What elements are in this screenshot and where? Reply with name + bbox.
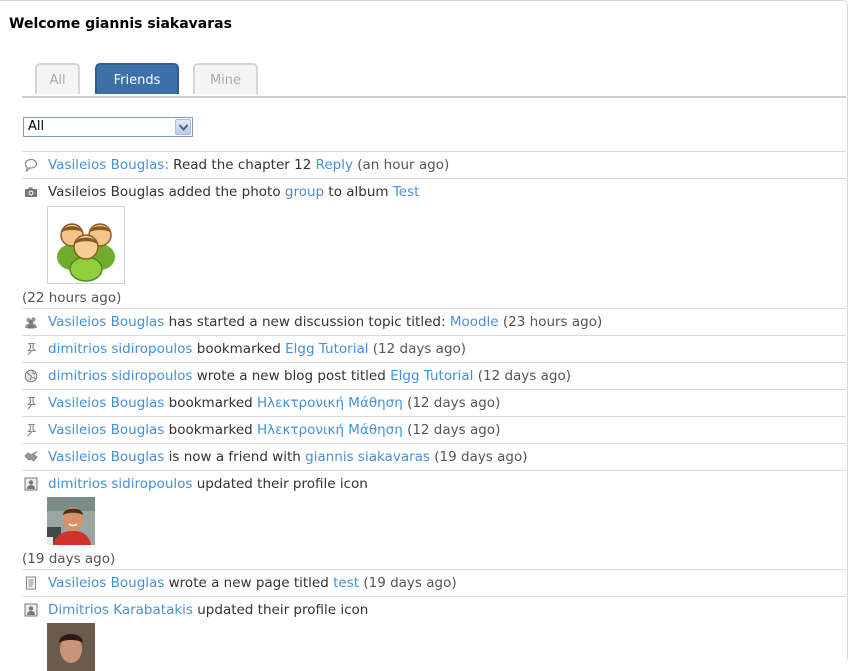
tab-all[interactable]: All <box>35 63 80 94</box>
pushpin-icon <box>27 423 37 437</box>
group-icon <box>57 223 115 282</box>
timestamp: (12 days ago) <box>473 368 571 384</box>
timestamp: (an hour ago) <box>352 157 450 173</box>
actor-link[interactable]: Dimitrios Karabatakis <box>48 602 193 618</box>
activity-text: wrote a new page titled <box>164 575 334 591</box>
activity-text: bookmarked <box>192 341 286 357</box>
activity-feed: Vasileios Bouglas: Read the chapter 12 R… <box>22 151 846 671</box>
album-link[interactable]: Test <box>393 184 420 200</box>
actor-link[interactable]: dimitrios sidiropoulos <box>48 341 192 357</box>
timestamp: (19 days ago) <box>429 449 528 465</box>
activity-text: bookmarked <box>164 422 258 438</box>
filter-selected-value: All <box>28 119 45 134</box>
list-item: Dimitrios Karabatakis updated their prof… <box>22 596 846 671</box>
chevron-down-icon[interactable] <box>175 119 191 135</box>
avatar[interactable] <box>47 623 95 671</box>
list-item: Vasileios Bouglas: Read the chapter 12 R… <box>22 151 846 178</box>
timestamp: (12 days ago) <box>402 395 501 411</box>
list-item: Vasileios Bouglas has started a new disc… <box>22 308 846 335</box>
profile-photo <box>47 623 95 671</box>
list-item: Vasileios Bouglas wrote a new page title… <box>22 569 846 596</box>
timestamp: (19 days ago) <box>22 551 116 567</box>
object-link[interactable]: Moodle <box>450 314 499 330</box>
globe-icon <box>24 369 38 383</box>
timestamp: (12 days ago) <box>402 422 501 438</box>
actor-link[interactable]: Vasileios Bouglas <box>48 314 164 330</box>
actor-link[interactable]: Vasileios Bouglas <box>48 422 164 438</box>
profile-photo <box>47 497 95 545</box>
camera-icon <box>25 187 37 197</box>
object-link[interactable]: Ηλεκτρονική Μάθηση <box>257 422 403 438</box>
tab-mine[interactable]: Mine <box>193 63 258 94</box>
actor-link[interactable]: Vasileios Bouglas <box>48 449 164 465</box>
actor-link[interactable]: Vasileios Bouglas <box>48 395 164 411</box>
pushpin-icon <box>27 342 37 356</box>
speech-bubble-icon <box>24 158 38 172</box>
group-icon <box>25 317 37 329</box>
photo-thumbnail[interactable] <box>47 206 125 284</box>
activity-filter-select[interactable]: All <box>23 117 193 137</box>
object-link[interactable]: test <box>333 575 359 591</box>
handshake-icon <box>24 451 38 462</box>
photo-link[interactable]: group <box>285 184 324 200</box>
actor-link[interactable]: dimitrios sidiropoulos <box>48 368 192 384</box>
list-item: Vasileios Bouglas bookmarked Ηλεκτρονική… <box>22 416 846 443</box>
list-item: Vasileios Bouglas bookmarked Ηλεκτρονική… <box>22 389 846 416</box>
activity-text: Vasileios Bouglas added the photo <box>48 184 285 200</box>
activity-text: updated their profile icon <box>192 602 369 618</box>
object-link[interactable]: Ηλεκτρονική Μάθηση <box>257 395 403 411</box>
list-item: Vasileios Bouglas is now a friend with g… <box>22 443 846 470</box>
activity-tabs: All Friends Mine <box>22 63 846 98</box>
timestamp: (12 days ago) <box>368 341 467 357</box>
object-link[interactable]: Elgg Tutorial <box>285 341 368 357</box>
pushpin-icon <box>27 396 37 410</box>
timestamp: (22 hours ago) <box>22 290 122 306</box>
friend-link[interactable]: giannis siakavaras <box>305 449 430 465</box>
activity-text: is now a friend with <box>164 449 306 465</box>
activity-text: updated their profile icon <box>192 476 368 492</box>
activity-text: bookmarked <box>164 395 258 411</box>
profile-icon <box>24 477 38 491</box>
list-item: dimitrios sidiropoulos updated their pro… <box>22 470 846 569</box>
profile-icon <box>24 603 38 617</box>
welcome-heading: Welcome giannis siakavaras <box>9 16 232 32</box>
page-icon <box>26 576 36 590</box>
object-link[interactable]: Reply <box>316 157 353 173</box>
actor-link[interactable]: dimitrios sidiropoulos <box>48 476 192 492</box>
activity-text: to album <box>324 184 393 200</box>
timestamp: (23 hours ago) <box>498 314 603 330</box>
activity-text: Read the chapter 12 <box>168 157 316 173</box>
timestamp: (19 days ago) <box>359 575 457 591</box>
list-item: Vasileios Bouglas added the photo group … <box>22 178 846 308</box>
list-item: dimitrios sidiropoulos bookmarked Elgg T… <box>22 335 846 362</box>
actor-link[interactable]: Vasileios Bouglas: <box>48 157 169 173</box>
list-item: dimitrios sidiropoulos wrote a new blog … <box>22 362 846 389</box>
avatar[interactable] <box>47 497 95 545</box>
tab-friends[interactable]: Friends <box>95 63 179 94</box>
object-link[interactable]: Elgg Tutorial <box>390 368 473 384</box>
activity-text: has started a new discussion topic title… <box>164 314 450 330</box>
activity-text: wrote a new blog post titled <box>192 368 391 384</box>
actor-link[interactable]: Vasileios Bouglas <box>48 575 164 591</box>
